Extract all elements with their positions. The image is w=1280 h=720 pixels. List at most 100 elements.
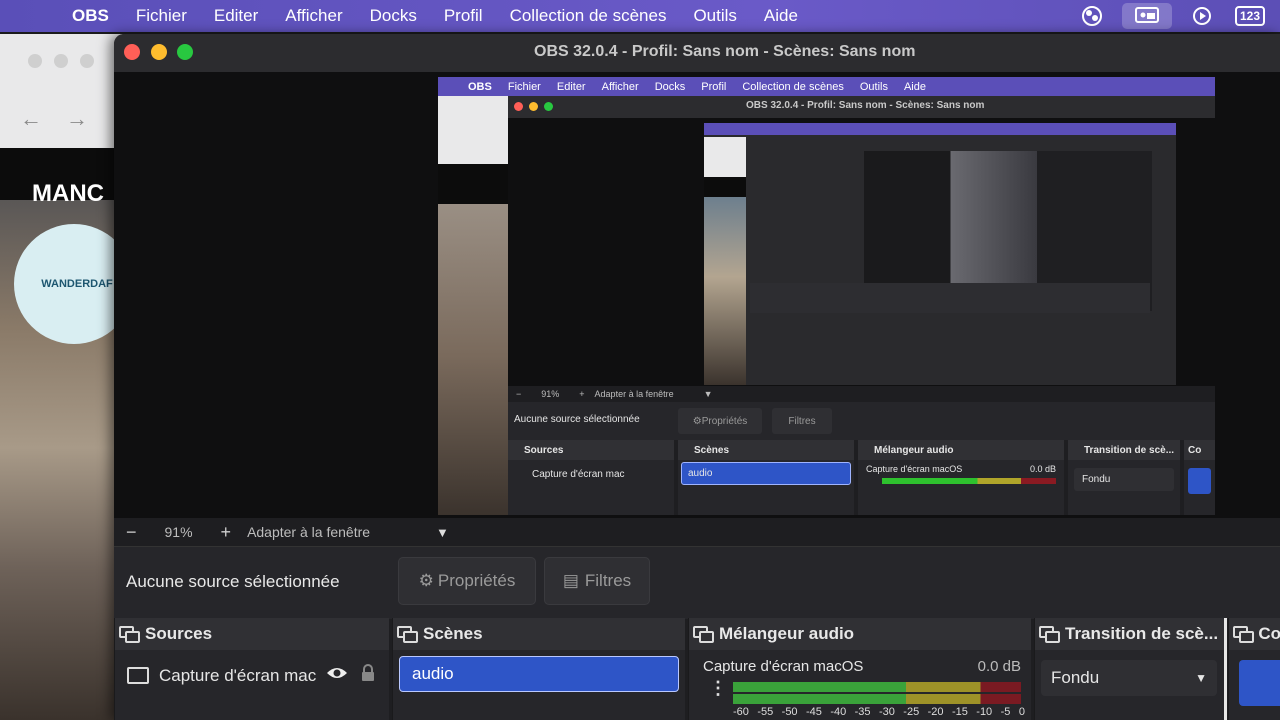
nested-browser [438, 96, 510, 515]
nested-no-source: Aucune source sélectionnée [514, 414, 640, 425]
filters-button[interactable]: ▤ Filtres [544, 557, 650, 605]
nested-toolbar: − 91% + Adapter à la fenêtre ▼ [508, 386, 1215, 402]
background-browser-window: ← → MANC WANDERDAF [0, 34, 134, 720]
gear-icon: ⚙ [418, 571, 434, 590]
monitor-icon [127, 667, 149, 684]
browser-zoom-dot [80, 54, 94, 68]
menu-app-obs[interactable]: OBS [72, 6, 109, 26]
sources-dock-header: Sources [115, 618, 389, 650]
nested-transitions-dock: Transition de scè... Fondu [1068, 440, 1180, 515]
controls-title: Co [1258, 624, 1280, 643]
nested-menu-obs: OBS [468, 80, 492, 93]
dock-undock-icon[interactable] [397, 626, 418, 643]
browser-close-dot [28, 54, 42, 68]
filters-icon: ▤ [562, 571, 579, 590]
nested-props-button: ⚙ Propriétés [678, 408, 762, 434]
nested-zoom-in: + [579, 389, 585, 399]
nested-mixer-db: 0.0 dB [1029, 464, 1056, 474]
zoom-button[interactable] [177, 44, 193, 60]
nested-mixer-track: Capture d'écran macOS [866, 464, 963, 474]
controls-dock: Co [1228, 618, 1280, 720]
dock-undock-icon[interactable] [1039, 626, 1060, 643]
transition-selected: Fondu [1051, 668, 1100, 687]
zoom-in-button[interactable]: + [221, 522, 232, 543]
nested-source-item: Capture d'écran mac [532, 469, 625, 480]
nested-zoom-value: 91% [541, 389, 560, 399]
mixer-dock-header: Mélangeur audio [689, 618, 1031, 650]
menu-afficher[interactable]: Afficher [285, 6, 342, 26]
meter-tick: -50 [781, 706, 798, 718]
nested-gear-icon: ⚙ [692, 415, 702, 427]
menu-outils[interactable]: Outils [693, 6, 736, 26]
meter-tick: -35 [854, 706, 871, 718]
nested-controls-button [1188, 468, 1211, 494]
nested-preview [508, 118, 1215, 386]
close-button[interactable] [124, 44, 140, 60]
nested-zoom-out: − [516, 389, 522, 399]
zoom-out-button[interactable]: − [126, 522, 137, 543]
obs-titlebar: OBS 32.0.4 - Profil: Sans nom - Scènes: … [114, 34, 1280, 72]
obs-preview-canvas[interactable]: OBS Fichier Editer Afficher Docks Profil… [114, 72, 1280, 518]
fit-to-window-button[interactable]: Adapter à la fenêtre [247, 524, 370, 540]
nested-dropdown-icon: ▼ [703, 389, 713, 399]
forward-arrow-icon[interactable]: → [66, 106, 88, 132]
recursive-browser-strip [704, 137, 746, 385]
menu-aide[interactable]: Aide [764, 6, 798, 26]
sources-dock: Sources Capture d'écran mac [114, 618, 389, 720]
nested-menu-docks: Docks [654, 80, 686, 93]
nested-meter [882, 478, 1056, 484]
nested-transitions-head: Transition de scè... [1068, 440, 1180, 460]
nested-close-dot [514, 102, 523, 111]
dock-undock-icon[interactable] [1233, 626, 1254, 643]
meter-tick: -60 [733, 706, 749, 718]
dock-undock-icon[interactable] [693, 626, 714, 643]
sources-title: Sources [145, 624, 213, 643]
back-arrow-icon[interactable]: ← [20, 106, 42, 132]
nested-menu-fichier: Fichier [507, 80, 541, 93]
dock-undock-icon[interactable] [119, 626, 140, 643]
lock-icon[interactable] [360, 664, 376, 687]
obs-status-icon[interactable] [1074, 3, 1110, 29]
scene-item-audio[interactable]: audio [399, 656, 679, 692]
source-name: Capture d'écran mac [159, 665, 317, 685]
nested-menu-collection: Collection de scènes [742, 80, 844, 93]
captured-screen-preview: OBS Fichier Editer Afficher Docks Profil… [438, 77, 1215, 515]
nested-filters-button: Filtres [772, 408, 832, 434]
mixer-db-value: 0.0 dB [977, 658, 1021, 675]
menu-editer[interactable]: Editer [214, 6, 258, 26]
record-play-icon[interactable] [1184, 3, 1220, 29]
meter-tick: -45 [805, 706, 822, 718]
nested-menu-editer: Editer [556, 80, 586, 93]
menu-fichier[interactable]: Fichier [136, 6, 187, 26]
filters-label: Filtres [584, 571, 632, 590]
eye-visibility-icon[interactable] [326, 665, 348, 686]
meter-tick: -30 [878, 706, 895, 718]
meter-tick: -55 [757, 706, 774, 718]
transitions-title: Transition de scè... [1065, 624, 1219, 643]
mixer-track-name: Capture d'écran macOS [703, 658, 864, 675]
zoom-dropdown-icon[interactable]: ▼ [436, 525, 449, 540]
nested-props-label: Propriétés [701, 415, 748, 427]
nested-transition-select: Fondu [1074, 468, 1174, 491]
properties-button[interactable]: ⚙ Propriétés [398, 557, 536, 605]
source-row[interactable]: Capture d'écran mac [127, 664, 376, 687]
minimize-button[interactable] [151, 44, 167, 60]
keyboard-input-icon[interactable]: 123 [1232, 3, 1268, 29]
dock-splitter[interactable] [1224, 618, 1227, 720]
meter-tick: -5 [1000, 706, 1011, 718]
nested-scenes-head: Scènes [678, 440, 854, 460]
meter-tick: -25 [903, 706, 920, 718]
scenes-title: Scènes [423, 624, 483, 643]
meter-tick: -20 [927, 706, 944, 718]
screen-mirroring-icon[interactable] [1122, 3, 1172, 29]
menu-profil[interactable]: Profil [444, 6, 483, 26]
mixer-more-icon[interactable]: ⋮ [709, 679, 727, 697]
nested-obs-window: OBS 32.0.4 - Profil: Sans nom - Scènes: … [508, 96, 1215, 515]
menu-collection-scenes[interactable]: Collection de scènes [510, 6, 667, 26]
menu-docks[interactable]: Docks [370, 6, 417, 26]
recursive-docks [750, 283, 1150, 313]
transition-select[interactable]: Fondu ▼ [1041, 660, 1217, 696]
start-streaming-button[interactable] [1239, 660, 1280, 706]
preview-toolbar: − 91% + Adapter à la fenêtre ▼ [114, 518, 1280, 546]
nested-scenes-dock: Scènes audio [678, 440, 854, 515]
